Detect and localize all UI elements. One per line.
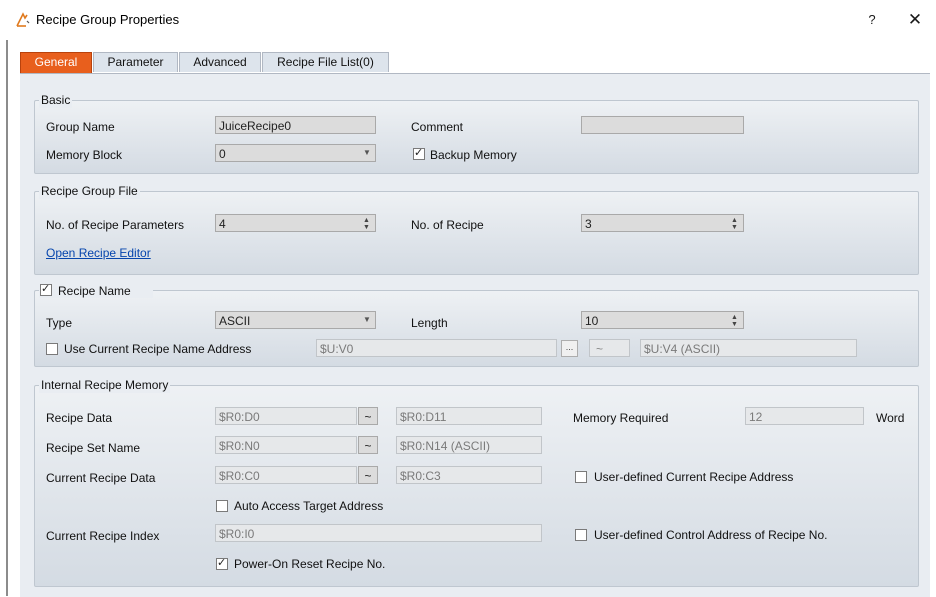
- user-defined-control-address-checkbox[interactable]: [575, 529, 587, 541]
- recipe-group-file-title: Recipe Group File: [39, 184, 140, 199]
- spin-arrows-icon[interactable]: ▲ ▼: [731, 215, 741, 231]
- recipe-group-file-group: Recipe Group File: [34, 184, 919, 275]
- user-defined-current-recipe-address-label: User-defined Current Recipe Address: [594, 470, 794, 484]
- use-current-recipe-name-address-label: Use Current Recipe Name Address: [64, 342, 252, 356]
- window-title: Recipe Group Properties: [36, 12, 180, 27]
- recipe-params-value: 4: [219, 217, 226, 231]
- type-value: ASCII: [219, 314, 251, 328]
- auto-access-target-address-checkbox[interactable]: [216, 500, 228, 512]
- recipe-app-icon: [16, 12, 30, 27]
- backup-memory-checkbox[interactable]: [413, 146, 425, 160]
- type-label: Type: [46, 316, 73, 330]
- chevron-down-icon: ▼: [363, 315, 371, 324]
- current-recipe-data-start-field: $R0:C0: [215, 466, 357, 484]
- recipe-data-tilde: ~: [358, 407, 378, 425]
- type-dropdown[interactable]: ASCII ▼: [215, 311, 376, 329]
- browse-button: ...: [561, 340, 578, 357]
- current-recipe-index-label: Current Recipe Index: [46, 529, 160, 543]
- memory-required-label: Memory Required: [573, 411, 669, 425]
- recipe-params-label: No. of Recipe Parameters: [46, 218, 185, 232]
- name-address-start-field: $U:V0: [316, 339, 557, 357]
- user-defined-current-recipe-address-checkbox[interactable]: [575, 471, 587, 483]
- current-recipe-index-field: $R0:I0: [215, 524, 542, 542]
- tab-parameter[interactable]: Parameter: [93, 52, 178, 72]
- group-name-field[interactable]: JuiceRecipe0: [215, 116, 376, 134]
- use-current-recipe-name-address-checkbox[interactable]: [46, 343, 58, 355]
- recipe-count-stepper[interactable]: 3 ▲ ▼: [581, 214, 744, 232]
- basic-title: Basic: [39, 93, 73, 108]
- tab-recipe-file-list[interactable]: Recipe File List(0): [262, 52, 389, 72]
- name-address-tilde: ~: [589, 339, 630, 357]
- auto-access-target-address-label: Auto Access Target Address: [234, 499, 384, 513]
- length-value: 10: [585, 314, 599, 328]
- recipe-set-name-label: Recipe Set Name: [46, 441, 141, 455]
- length-label: Length: [411, 316, 448, 330]
- recipe-count-value: 3: [585, 217, 592, 231]
- spin-arrows-icon[interactable]: ▲ ▼: [363, 215, 373, 231]
- spin-arrows-icon[interactable]: ▲ ▼: [731, 312, 741, 328]
- internal-recipe-memory-title: Internal Recipe Memory: [39, 378, 171, 393]
- tab-general[interactable]: General: [20, 52, 92, 74]
- user-defined-control-address-label: User-defined Control Address of Recipe N…: [594, 528, 828, 542]
- memory-block-value: 0: [219, 147, 226, 161]
- length-stepper[interactable]: 10 ▲ ▼: [581, 311, 744, 329]
- recipe-set-name-tilde: ~: [358, 436, 378, 454]
- basic-group: Basic: [34, 93, 919, 174]
- recipe-count-label: No. of Recipe: [411, 218, 484, 232]
- recipe-data-start-field: $R0:D0: [215, 407, 357, 425]
- power-on-reset-label: Power-On Reset Recipe No.: [234, 557, 386, 571]
- recipe-name-checkbox[interactable]: [40, 282, 52, 296]
- memory-block-label: Memory Block: [46, 148, 123, 162]
- comment-field[interactable]: [581, 116, 744, 134]
- comment-label: Comment: [411, 120, 464, 134]
- chevron-down-icon: ▼: [363, 148, 371, 157]
- recipe-data-end-field: $R0:D11: [396, 407, 542, 425]
- recipe-data-label: Recipe Data: [46, 411, 113, 425]
- current-recipe-data-tilde: ~: [358, 466, 378, 484]
- recipe-set-name-start-field: $R0:N0: [215, 436, 357, 454]
- group-name-label: Group Name: [46, 120, 115, 134]
- backup-memory-label: Backup Memory: [430, 148, 517, 162]
- memory-block-dropdown[interactable]: 0 ▼: [215, 144, 376, 162]
- memory-unit-label: Word: [876, 411, 905, 425]
- window-edge: [6, 40, 8, 596]
- recipe-params-stepper[interactable]: 4 ▲ ▼: [215, 214, 376, 232]
- close-button[interactable]: ✕: [903, 9, 927, 31]
- memory-required-field: 12: [745, 407, 864, 425]
- help-button[interactable]: ?: [862, 10, 882, 30]
- open-recipe-editor-link[interactable]: Open Recipe Editor: [46, 246, 151, 260]
- recipe-set-name-end-field: $R0:N14 (ASCII): [396, 436, 542, 454]
- current-recipe-data-label: Current Recipe Data: [46, 471, 156, 485]
- recipe-name-title: Recipe Name: [58, 284, 131, 298]
- power-on-reset-checkbox[interactable]: [216, 556, 228, 570]
- general-panel: Basic Group Name JuiceRecipe0 Comment Me…: [20, 73, 930, 597]
- current-recipe-data-end-field: $R0:C3: [396, 466, 542, 484]
- title-bar: Recipe Group Properties ? ✕: [0, 0, 936, 40]
- name-address-end-field: $U:V4 (ASCII): [640, 339, 857, 357]
- tab-advanced[interactable]: Advanced: [179, 52, 261, 72]
